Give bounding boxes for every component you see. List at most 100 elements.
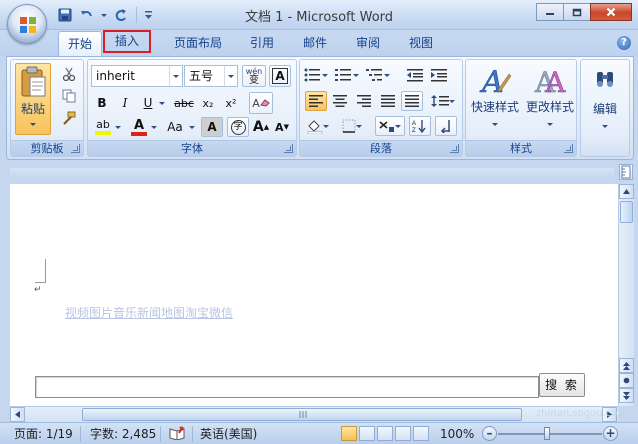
select-browse-object-button[interactable] — [619, 373, 634, 388]
copy-button[interactable] — [59, 86, 79, 106]
paragraph-launcher-icon[interactable] — [450, 144, 459, 153]
font-color-button[interactable]: A — [128, 117, 150, 137]
change-case-dropdown[interactable] — [188, 117, 196, 137]
search-input[interactable] — [35, 376, 539, 398]
superscript-button[interactable]: x² — [221, 93, 241, 113]
view-ruler-button[interactable] — [619, 164, 633, 180]
italic-button[interactable]: I — [115, 93, 135, 113]
font-launcher-icon[interactable] — [284, 144, 293, 153]
zoom-in-button[interactable]: + — [603, 426, 618, 441]
document-page[interactable]: ↵ 视频图片音乐新闻地图淘宝微信 搜 索 — [10, 184, 618, 406]
chevron-down-icon — [602, 125, 608, 128]
align-right-button[interactable] — [353, 91, 375, 111]
zoom-slider-track[interactable] — [498, 433, 602, 435]
horizontal-scrollbar[interactable] — [10, 406, 618, 422]
justify-button[interactable] — [377, 91, 399, 111]
align-center-button[interactable] — [329, 91, 351, 111]
clipboard-launcher-icon[interactable] — [71, 144, 80, 153]
sort-button[interactable]: A Z — [409, 116, 431, 136]
zoom-level[interactable]: 100% — [440, 426, 474, 442]
tab-home[interactable]: 开始 — [58, 31, 102, 56]
highlight-color-bar — [95, 131, 111, 135]
chevron-down-icon — [384, 73, 390, 77]
increase-indent-button[interactable] — [428, 65, 450, 85]
text-highlight-dropdown[interactable] — [114, 117, 122, 137]
font-size-combo[interactable]: 五号 — [184, 65, 238, 87]
zoom-slider-thumb[interactable] — [544, 427, 550, 440]
full-screen-reading-view-button[interactable] — [359, 426, 375, 441]
word-count-status[interactable]: 字数: 2,485 — [90, 426, 156, 442]
horizontal-scroll-thumb[interactable] — [82, 408, 522, 421]
vertical-scroll-thumb[interactable] — [620, 201, 633, 223]
chevron-down-icon — [189, 125, 195, 129]
zoom-out-button[interactable]: – — [482, 426, 497, 441]
outline-view-button[interactable] — [395, 426, 411, 441]
office-button[interactable] — [7, 4, 47, 44]
draft-view-button[interactable] — [413, 426, 429, 441]
cut-button[interactable] — [59, 64, 79, 84]
next-page-button[interactable] — [619, 388, 634, 403]
enclose-characters-button[interactable]: 字 — [227, 117, 249, 137]
bold-button[interactable]: B — [92, 93, 112, 113]
arrow-up-icon — [623, 189, 630, 194]
underline-dropdown[interactable] — [158, 93, 166, 113]
scroll-up-button[interactable] — [619, 184, 634, 199]
scroll-left-button[interactable] — [10, 407, 25, 422]
minimize-button[interactable] — [536, 3, 564, 21]
page-number-status[interactable]: 页面: 1/19 — [14, 426, 73, 442]
shading-button[interactable] — [303, 116, 333, 136]
tab-review[interactable]: 审阅 — [348, 31, 388, 56]
search-button[interactable]: 搜 索 — [539, 373, 585, 397]
font-group: inherit 五号 wén 变 A B I U abc x₂ x² A ab — [87, 59, 297, 157]
text-highlight-button[interactable]: ab — [92, 117, 114, 137]
clear-formatting-button[interactable]: A — [249, 92, 273, 114]
font-name-combo[interactable]: inherit — [91, 65, 183, 87]
tab-view[interactable]: 视图 — [401, 31, 441, 56]
status-bar: 页面: 1/19 字数: 2,485 英语(美国) 100% – + — [0, 422, 638, 444]
underline-button[interactable]: U — [138, 93, 158, 113]
numbering-button[interactable] — [334, 65, 360, 85]
print-layout-view-button[interactable] — [341, 426, 357, 441]
bullets-button[interactable] — [303, 65, 329, 85]
vertical-scrollbar[interactable] — [618, 184, 634, 406]
grow-font-button[interactable]: A ▲ — [251, 117, 271, 137]
close-button[interactable] — [590, 3, 632, 21]
proofing-status[interactable] — [169, 426, 185, 444]
editing-button[interactable]: 编辑 — [583, 63, 627, 155]
distributed-button[interactable] — [401, 91, 423, 111]
paste-button[interactable]: 粘贴 — [15, 63, 51, 135]
shrink-font-button[interactable]: A ▼ — [272, 117, 292, 137]
language-status[interactable]: 英语(美国) — [200, 426, 257, 442]
borders-button[interactable] — [337, 116, 367, 136]
line-spacing-button[interactable] — [428, 91, 458, 111]
character-border-button[interactable]: A — [269, 65, 291, 87]
tab-page-layout[interactable]: 页面布局 — [166, 31, 230, 56]
styles-launcher-icon[interactable] — [564, 144, 573, 153]
tab-insert[interactable]: 插入 — [103, 30, 151, 53]
distributed-icon — [405, 95, 419, 107]
quick-styles-button[interactable]: A 快速样式 — [468, 63, 522, 135]
font-name-dropdown[interactable] — [169, 66, 182, 86]
help-icon[interactable]: ? — [617, 36, 631, 50]
character-shading-button[interactable]: A — [201, 117, 223, 137]
multilevel-list-button[interactable] — [365, 65, 391, 85]
tab-mailings[interactable]: 邮件 — [295, 31, 335, 56]
proofing-book-icon — [169, 426, 185, 441]
web-layout-view-button[interactable] — [377, 426, 393, 441]
decrease-indent-button[interactable] — [404, 65, 426, 85]
align-left-button[interactable] — [305, 91, 327, 111]
tab-references[interactable]: 引用 — [242, 31, 282, 56]
change-case-button[interactable]: Aa — [162, 117, 188, 137]
phonetic-guide-button[interactable]: wén 变 — [242, 65, 266, 87]
subscript-button[interactable]: x₂ — [198, 93, 218, 113]
font-size-dropdown[interactable] — [224, 66, 237, 86]
format-painter-button[interactable] — [59, 108, 79, 128]
show-hide-marks-button[interactable] — [435, 116, 457, 136]
strikethrough-button[interactable]: abc — [172, 93, 196, 113]
restore-button[interactable] — [563, 3, 591, 21]
font-color-dropdown[interactable] — [150, 117, 158, 137]
change-styles-button[interactable]: A A 更改样式 — [523, 63, 577, 135]
previous-page-button[interactable] — [619, 358, 634, 373]
chinese-layout-button[interactable] — [375, 116, 405, 136]
document-link-text[interactable]: 视频图片音乐新闻地图淘宝微信 — [65, 304, 233, 321]
